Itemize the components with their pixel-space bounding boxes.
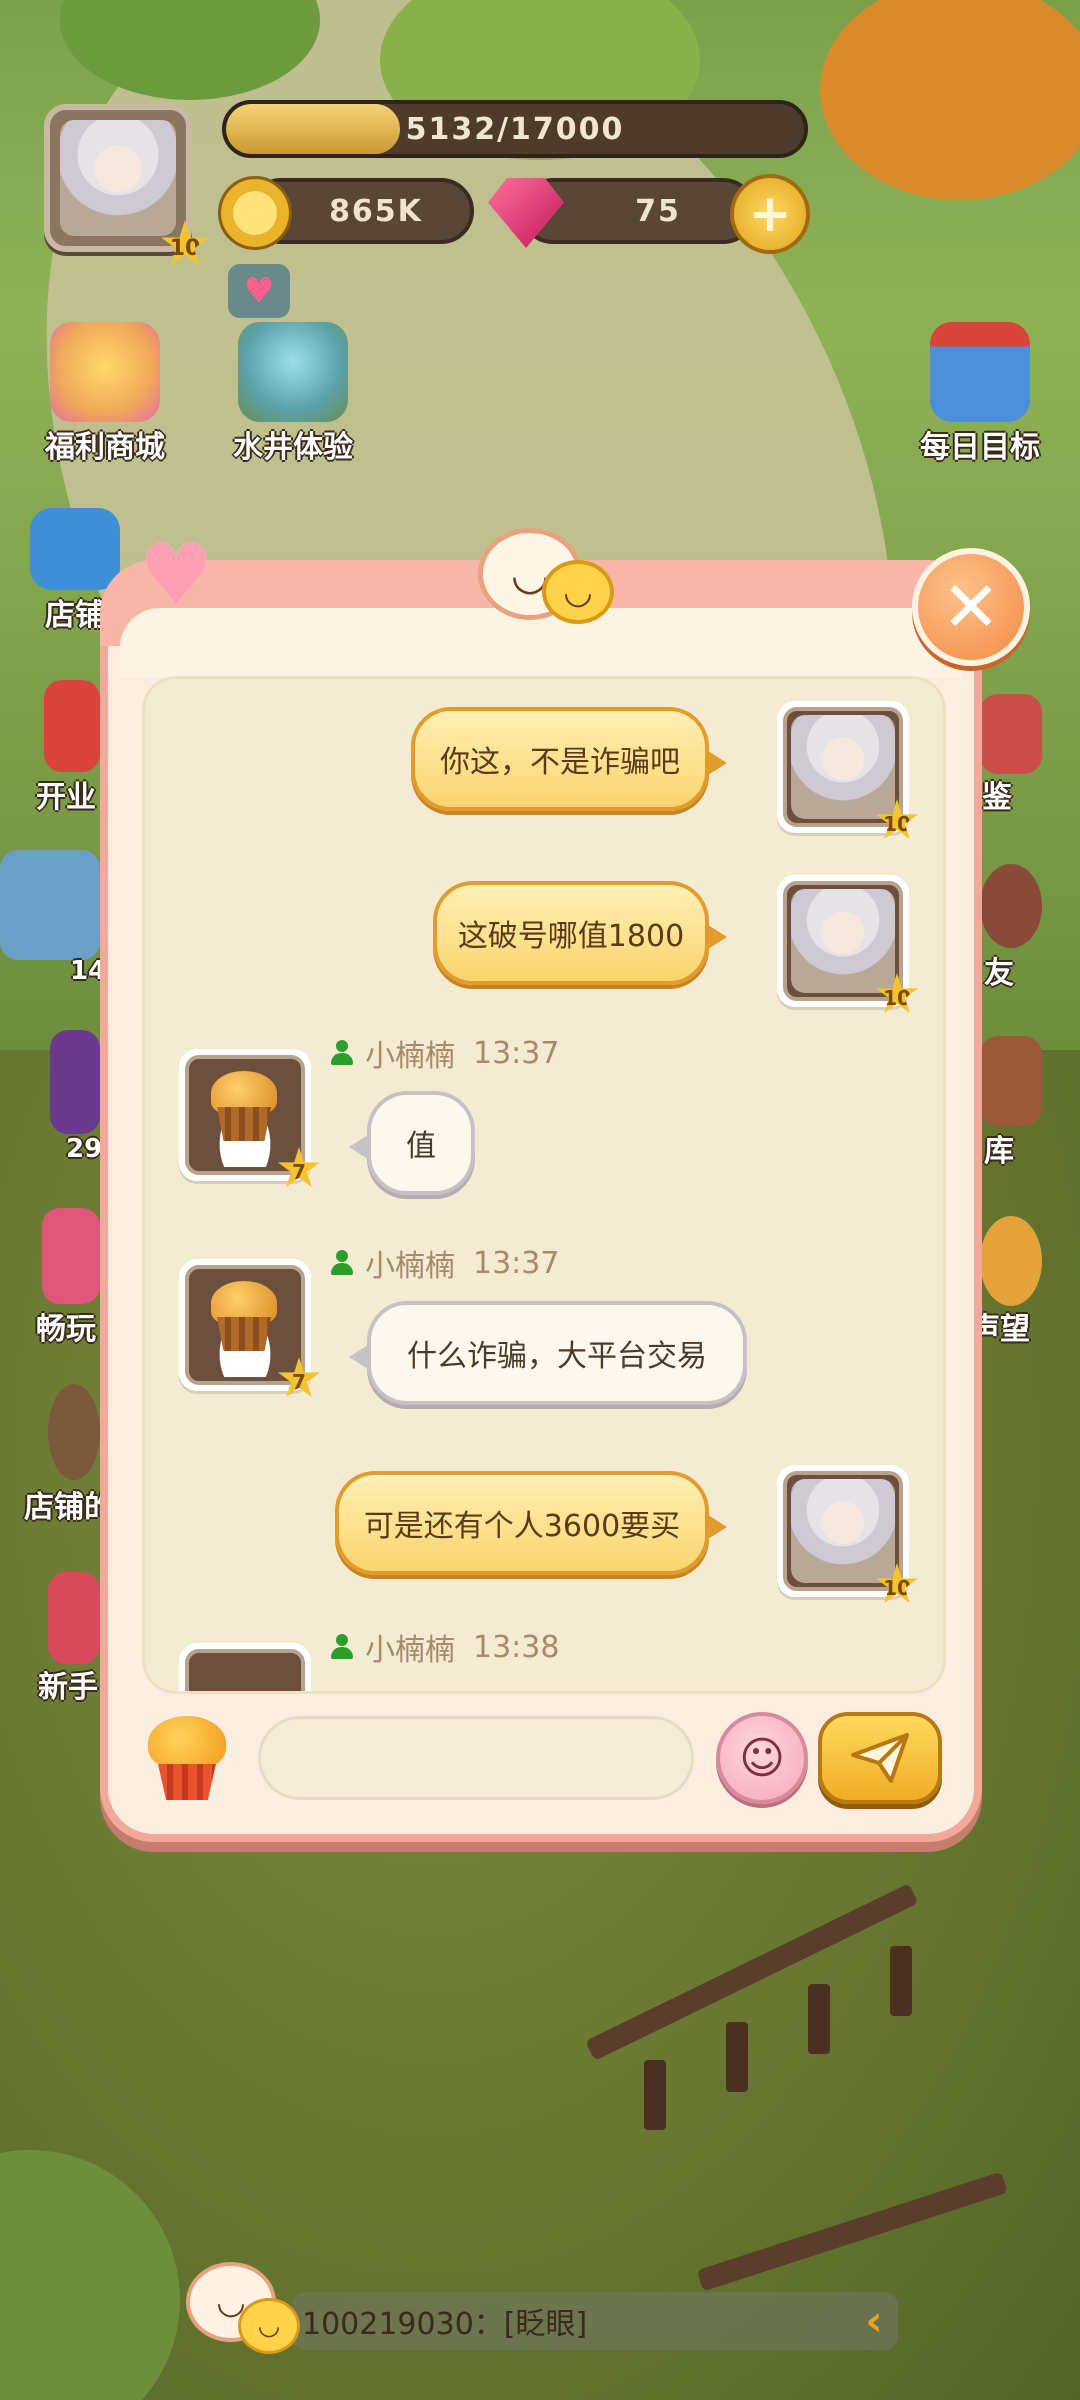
side-item-label: 友 (984, 956, 1014, 991)
play-icon (42, 1208, 100, 1304)
avatar-portrait (193, 1657, 297, 1691)
book-icon (50, 1030, 100, 1134)
side-item-label: 每日目标 (920, 430, 1040, 465)
fence-post (726, 2022, 748, 2092)
other-avatar[interactable] (179, 1643, 311, 1691)
ticker-text: 100219030：[眨眼] (302, 2307, 588, 2342)
close-button[interactable]: ✕ (912, 548, 1030, 666)
sender-info: 小楠楠 13:37 (331, 1241, 559, 1285)
world-chat-button[interactable]: ◡ ◡ (186, 2262, 300, 2362)
muffin-cup (217, 1317, 271, 1351)
message-text: 这破号哪值1800 (457, 919, 685, 954)
person-icon (331, 1250, 353, 1276)
avatar-portrait (791, 715, 895, 819)
cupcake-icon (148, 1716, 226, 1770)
other-avatar[interactable]: 7 (179, 1259, 321, 1398)
coin-icon (218, 176, 292, 250)
self-avatar[interactable]: 10 (777, 875, 919, 1014)
other-avatar[interactable]: 7 (179, 1049, 321, 1188)
side-item-label: 鉴 (982, 780, 1012, 815)
side-item-daily-goals[interactable]: 每日目标 (900, 322, 1060, 466)
character-icon (48, 1384, 100, 1480)
side-item-well-trial[interactable]: 水井体验 (218, 322, 368, 466)
plus-icon: + (748, 184, 792, 244)
message-time: 13:37 (473, 1245, 560, 1281)
smile-face-icon: ◡ (238, 2298, 300, 2354)
collection-icon (980, 694, 1042, 774)
close-icon: ✕ (941, 566, 1001, 648)
message-text: 值 (406, 1129, 436, 1164)
chat-bubble-self: 可是还有个人3600要买 (335, 1471, 727, 1575)
person-icon (331, 1634, 353, 1660)
sender-name: 小楠楠 (365, 1633, 455, 1668)
smile-face-icon: ◡ (542, 560, 614, 624)
side-item-label: 库 (984, 1134, 1014, 1169)
avatar-portrait (60, 120, 176, 236)
side-item-label: 开业 (36, 780, 96, 815)
chat-emoji-icon: ◡ ◡ (478, 528, 614, 628)
self-avatar[interactable]: 10 (777, 1465, 919, 1604)
message-text: 什么诈骗，大平台交易 (407, 1339, 707, 1374)
avatar-portrait (791, 889, 895, 993)
avatar-portrait (791, 1479, 895, 1583)
reputation-icon (980, 1216, 1042, 1306)
chat-bubble-other: 什么诈骗，大平台交易 (349, 1301, 747, 1405)
heart-decoration-icon: ♥ (138, 526, 214, 624)
message-text: 你这，不是诈骗吧 (440, 745, 680, 780)
gem-amount: 75 (635, 193, 681, 229)
message-time: 13:38 (473, 1629, 560, 1665)
sender-name: 小楠楠 (365, 1249, 455, 1284)
world-chat-ticker[interactable]: 100219030：[眨眼] (292, 2292, 898, 2350)
calendar-icon (930, 322, 1030, 422)
message-time: 13:37 (473, 1035, 560, 1071)
send-button[interactable] (818, 1712, 942, 1804)
warehouse-icon (980, 1036, 1042, 1126)
sender-info: 小楠楠 13:38 (331, 1625, 559, 1669)
chat-bubble-self: 这破号哪值1800 (433, 881, 727, 985)
xp-progress-bar: 5132/17000 (222, 100, 808, 158)
fence-post (644, 2060, 666, 2130)
side-item-label: 福利商城 (45, 430, 165, 465)
video-icon (30, 508, 120, 590)
side-item-welfare-shop[interactable]: 福利商城 (30, 322, 180, 466)
side-item-label: 水井体验 (233, 430, 353, 465)
chevron-left-icon[interactable]: ‹ (854, 2294, 894, 2348)
side-item-label: 新手 (38, 1670, 98, 1705)
level-text: 7 (292, 1160, 306, 1184)
level-text: 7 (292, 1370, 306, 1394)
friends-icon (980, 864, 1042, 948)
player-avatar[interactable]: 10 (44, 104, 209, 266)
well-icon (238, 322, 348, 422)
sender-info: 小楠楠 13:37 (331, 1031, 559, 1075)
cupcake-cup (158, 1764, 216, 1800)
shop-icon (0, 850, 100, 960)
paper-plane-icon (851, 1733, 909, 1783)
side-item-label: 29 (66, 1134, 103, 1164)
sender-name: 小楠楠 (365, 1039, 455, 1074)
chat-input[interactable] (258, 1716, 694, 1800)
cupcake-gift-button[interactable] (144, 1712, 230, 1804)
fence-post (890, 1946, 912, 2016)
chat-bubble-other: 值 (349, 1091, 475, 1195)
muffin-cup (217, 1107, 271, 1141)
gift-icon (44, 680, 100, 772)
smile-face-icon: ☺ (739, 1732, 785, 1784)
vip-gift-icon (50, 322, 160, 422)
self-avatar[interactable]: 10 (777, 701, 919, 840)
side-item-label: 畅玩 (36, 1312, 96, 1347)
heart-icon[interactable]: ♥ (228, 264, 290, 318)
coin-amount: 865K (329, 193, 423, 229)
newbie-icon (48, 1572, 100, 1664)
fence-post (808, 1984, 830, 2054)
message-text: 可是还有个人3600要买 (363, 1509, 681, 1544)
add-gems-button[interactable]: + (730, 174, 810, 254)
emoji-button[interactable]: ☺ (716, 1712, 808, 1804)
chat-message-list[interactable]: 你这，不是诈骗吧 10 这破号哪值1800 10 小楠楠 13:37 7 值 小… (142, 676, 946, 1694)
chat-bubble-self: 你这，不是诈骗吧 (411, 707, 727, 811)
person-icon (331, 1040, 353, 1066)
xp-text: 5132/17000 (405, 111, 625, 147)
